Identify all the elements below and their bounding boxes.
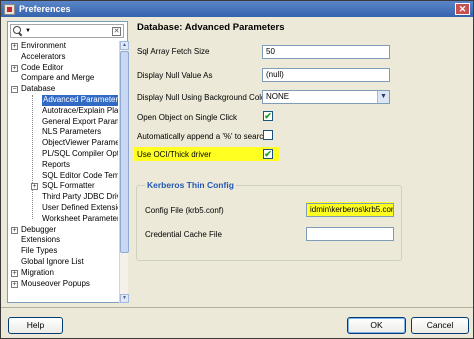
sidebar-item[interactable]: NLS Parameters [10,127,118,138]
sidebar-item-label: Compare and Merge [21,73,95,83]
sidebar-item[interactable]: + Debugger [10,225,118,236]
sidebar-item-label: General Export Parame [42,116,118,126]
sidebar-item-label: Mouseover Popups [21,278,90,288]
expand-icon[interactable]: + [11,64,18,72]
sidebar-item[interactable]: Worksheet Parameters [10,214,118,225]
sidebar-item[interactable]: ObjectViewer Paramete [10,138,118,149]
scroll-down-icon[interactable]: ▼ [120,294,129,303]
sidebar-item[interactable]: Advanced Parameters [10,94,118,106]
append-percent-label: Automatically append a '%' to search [137,132,268,141]
sidebar-item[interactable]: + Migration [10,268,118,279]
sidebar-item[interactable]: User Defined Extension [10,203,118,214]
open-single-click-checkbox[interactable]: ✔ [263,111,273,121]
sidebar-item-label: Debugger [21,224,57,234]
preferences-tree: + Environment Accelerators + Code Editor Comp… [10,41,118,303]
sidebar-item-label: Code Editor [21,62,64,72]
config-file-input[interactable]: idmin\kerberos\krb5.conf [306,203,394,217]
sidebar-item[interactable]: Reports [10,160,118,171]
sidebar-item[interactable]: Extensions [10,235,118,246]
sidebar-item[interactable]: Third Party JDBC Driver [10,192,118,203]
null-bg-color-label: Display Null Using Background Color [137,93,269,102]
sidebar-item[interactable]: PL/SQL Compiler Optior [10,149,118,160]
sidebar-item[interactable]: Accelerators [10,52,118,63]
null-bg-color-value: NONE [266,92,290,101]
expand-icon[interactable]: + [11,43,18,50]
append-percent-checkbox[interactable] [263,130,273,140]
sidebar-item[interactable]: Autotrace/Explain Plan [10,106,118,117]
sidebar-item[interactable]: + Environment [10,41,118,52]
title-bar: Preferences ✕ [1,1,473,17]
sidebar-item-label: ObjectViewer Paramete [42,138,118,148]
kerberos-group: Kerberos Thin Config Config File (krb5.c… [136,180,402,261]
open-single-click-label: Open Object on Single Click [137,113,238,122]
expand-icon[interactable]: + [11,280,18,288]
sidebar-item-label: Environment [21,41,66,50]
clear-icon[interactable]: ✕ [112,27,121,36]
window-title: Preferences [19,4,71,14]
sidebar-item-label: Third Party JDBC Driver [42,192,118,202]
sidebar-item-label: Worksheet Parameters [42,213,118,223]
sidebar-item-label: Accelerators [21,51,66,61]
credential-cache-input[interactable] [306,227,394,241]
null-bg-color-select[interactable]: NONE ▼ [262,90,390,104]
expand-icon[interactable]: + [11,269,18,277]
sidebar-item-label: NLS Parameters [42,127,102,137]
config-file-label: Config File (krb5.conf) [145,206,224,215]
oci-thick-label: Use OCI/Thick driver [137,150,212,159]
sidebar-item-label: PL/SQL Compiler Optior [42,148,118,158]
sidebar-item-label: SQL Formatter [42,181,95,191]
oci-thick-checkbox[interactable]: ✔ [263,149,273,159]
fetch-size-label: Sql Array Fetch Size [137,47,210,56]
scrollbar-thumb[interactable] [120,51,129,253]
search-input[interactable]: ▼ ✕ [10,24,124,38]
null-value-label: Display Null Value As [137,71,213,80]
sidebar-item[interactable]: General Export Parame [10,117,118,128]
chevron-down-icon[interactable]: ▼ [25,28,31,34]
expand-icon[interactable]: + [11,226,18,234]
page-title: Database: Advanced Parameters [134,21,402,35]
sidebar-item-label: Advanced Parameters [42,94,118,106]
sidebar-item[interactable]: SQL Editor Code Templ [10,171,118,182]
kerberos-group-title: Kerberos Thin Config [145,180,236,190]
sidebar-item[interactable]: + Code Editor [10,63,118,74]
tree-scrollbar[interactable]: ▲ ▼ [119,41,129,303]
app-icon [4,3,15,15]
expand-icon[interactable]: + [31,183,38,191]
sidebar-item[interactable]: − Database [10,84,118,95]
sidebar-item-label: User Defined Extension [42,202,118,212]
cancel-button[interactable]: Cancel [411,317,469,334]
sidebar-item-label: SQL Editor Code Templ [42,170,118,180]
preferences-window: Preferences ✕ ▼ ✕ + Environment Accelerato… [0,0,474,339]
scroll-up-icon[interactable]: ▲ [120,41,129,50]
sidebar-item-label: Reports [42,159,71,169]
chevron-down-icon[interactable]: ▼ [377,91,389,103]
fetch-size-input[interactable]: 50 [262,45,390,59]
null-value-input[interactable]: (null) [262,68,390,82]
collapse-icon[interactable]: − [11,86,18,94]
sidebar-item-label: Migration [21,267,54,277]
sidebar-item-label: Autotrace/Explain Plan [42,105,118,115]
sidebar-item[interactable]: Compare and Merge [10,73,118,84]
credential-cache-label: Credential Cache File [145,230,222,239]
sidebar-item[interactable]: + Mouseover Popups [10,279,118,290]
help-button[interactable]: Help [8,317,63,334]
ok-button[interactable]: OK [347,317,406,334]
footer-divider [1,307,473,308]
sidebar-item[interactable]: Global Ignore List [10,257,118,268]
sidebar-item-label: Global Ignore List [21,256,84,266]
sidebar-item-label: Database [21,84,56,94]
sidebar-item-label: Extensions [21,235,61,245]
sidebar-item[interactable]: File Types [10,246,118,257]
sidebar-item-label: File Types [21,246,58,256]
preferences-navigation: ▼ ✕ + Environment Accelerators + Code Editor… [7,21,129,303]
search-icon [12,25,24,37]
settings-panel: Database: Advanced Parameters Sql Array … [134,21,402,303]
sidebar-item[interactable]: + SQL Formatter [10,181,118,192]
close-button[interactable]: ✕ [455,3,470,15]
